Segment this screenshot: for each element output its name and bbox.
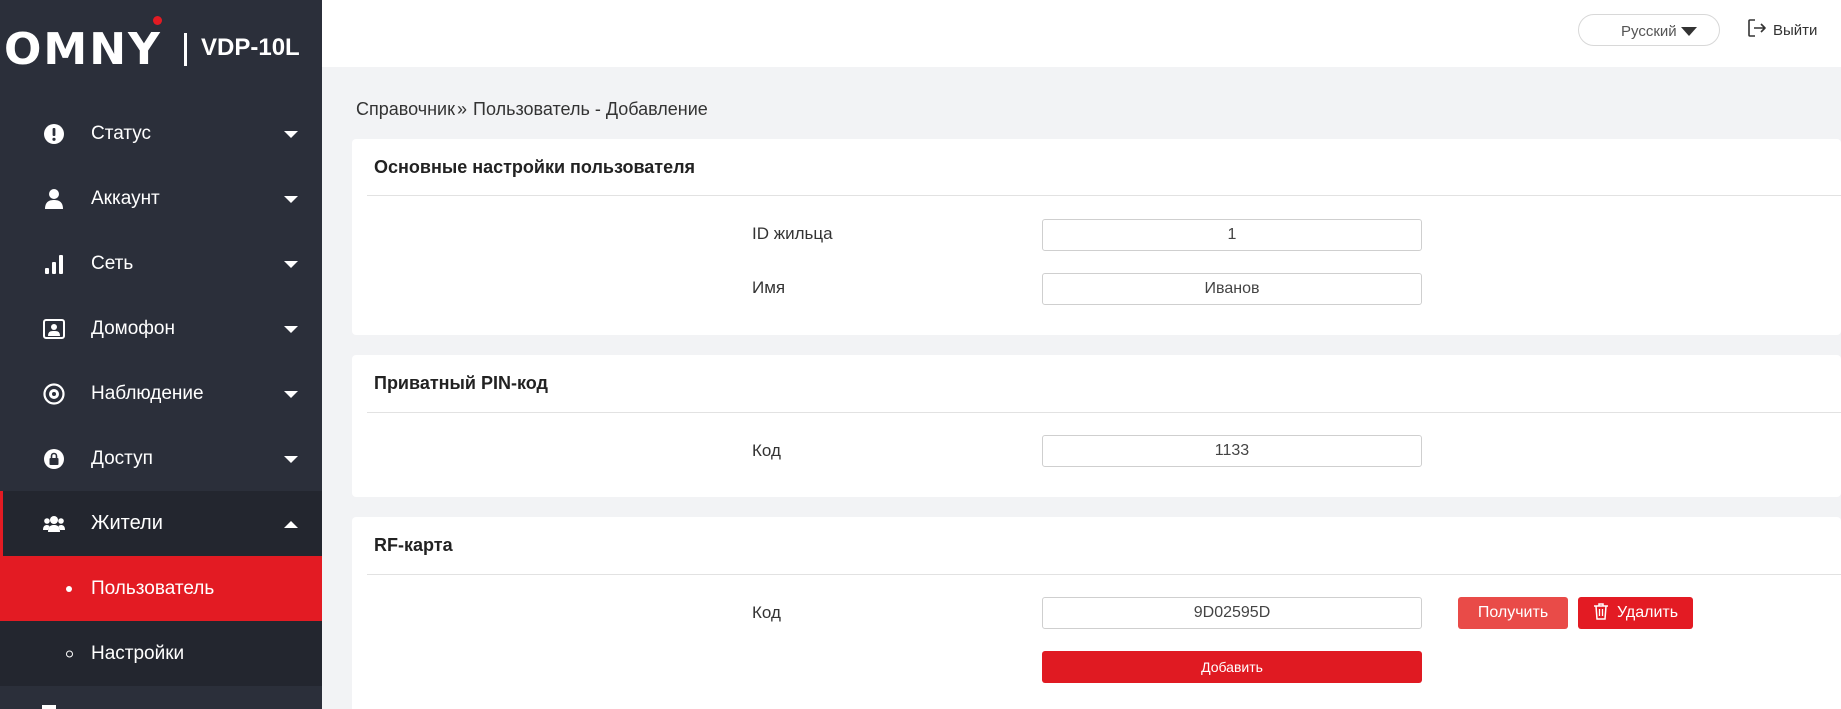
language-select[interactable]: Русский [1578, 14, 1720, 46]
basic-settings-card: Основные настройки пользователя ID жильц… [352, 139, 1841, 335]
chevron-down-icon [284, 390, 298, 398]
sidebar-item-label: Статус [91, 122, 152, 144]
resident-id-input[interactable] [1042, 219, 1422, 251]
chevron-up-icon [284, 520, 298, 528]
sidebar-item-status[interactable]: Статус [0, 101, 322, 166]
divider [367, 195, 1841, 196]
delete-button[interactable]: Удалить [1578, 597, 1693, 629]
sidebar-item-account[interactable]: Аккаунт [0, 166, 322, 231]
chevron-down-icon [284, 325, 298, 333]
logout-icon [1747, 18, 1767, 43]
rf-card-card: RF-карта Код Получить Удалить Добавить [352, 517, 1841, 709]
sidebar-subitem-settings[interactable]: Настройки [0, 621, 322, 686]
language-value: Русский [1621, 23, 1677, 40]
logout-button[interactable]: Выйти [1747, 18, 1817, 42]
sidebar: OMNY VDP-10L Статус Аккаунт Сеть Домофон… [0, 0, 322, 709]
resident-id-label: ID жильца [752, 224, 833, 243]
sidebar-item-label: Сеть [91, 252, 134, 274]
user-icon [42, 187, 66, 211]
next-menu-icon [42, 705, 56, 709]
delete-label: Удалить [1616, 604, 1679, 621]
trash-icon [1593, 602, 1609, 625]
signal-bars-icon [42, 252, 66, 276]
name-label: Имя [752, 278, 786, 297]
intercom-icon [42, 317, 66, 341]
chevron-down-icon [284, 130, 298, 138]
card-title: Основные настройки пользователя [374, 157, 696, 177]
residents-icon [42, 512, 66, 536]
get-button[interactable]: Получить [1458, 597, 1568, 629]
name-input[interactable] [1042, 273, 1422, 305]
sidebar-item-label: Доступ [91, 447, 153, 469]
lock-icon [42, 447, 66, 471]
breadcrumb: Справочник» Пользователь - Добавление [356, 99, 708, 120]
logo: OMNY VDP-10L [0, 16, 322, 76]
divider [367, 574, 1841, 575]
chevron-down-icon [1681, 27, 1697, 36]
sidebar-item-label: Наблюдение [91, 382, 204, 404]
pin-code-label: Код [752, 441, 781, 460]
pin-code-input[interactable] [1042, 435, 1422, 467]
chevron-down-icon [284, 260, 298, 268]
chevron-down-icon [284, 195, 298, 203]
rf-code-input[interactable] [1042, 597, 1422, 629]
chevron-down-icon [284, 455, 298, 463]
sidebar-item-intercom[interactable]: Домофон [0, 296, 322, 361]
breadcrumb-current: Пользователь - Добавление [473, 99, 708, 119]
bullet-icon [66, 585, 72, 592]
sidebar-subitem-label: Настройки [91, 642, 185, 664]
rf-code-label: Код [752, 603, 781, 622]
sidebar-item-label: Аккаунт [91, 187, 160, 209]
sidebar-item-label: Жители [91, 512, 163, 534]
breadcrumb-parent[interactable]: Справочник [356, 99, 455, 119]
device-model: VDP-10L [201, 34, 300, 61]
bullet-icon [66, 650, 73, 657]
sidebar-subitem-user[interactable]: Пользователь [0, 556, 322, 621]
sidebar-item-residents[interactable]: Жители [0, 491, 322, 556]
info-icon [42, 122, 66, 146]
breadcrumb-separator: » [457, 99, 468, 119]
top-header: Русский Выйти [322, 0, 1841, 67]
sidebar-item-label: Домофон [91, 317, 175, 339]
sidebar-subitem-label: Пользователь [91, 577, 215, 599]
sidebar-item-network[interactable]: Сеть [0, 231, 322, 296]
card-title: RF-карта [374, 535, 453, 555]
sidebar-item-access[interactable]: Доступ [0, 426, 322, 491]
logo-dot [153, 16, 162, 25]
eye-icon [42, 382, 66, 406]
logout-label: Выйти [1773, 21, 1818, 39]
brand-logo: OMNY [4, 24, 162, 75]
divider [367, 412, 1841, 413]
add-button[interactable]: Добавить [1042, 651, 1422, 683]
logo-separator [184, 33, 187, 66]
sidebar-item-surveillance[interactable]: Наблюдение [0, 361, 322, 426]
card-title: Приватный PIN-код [374, 373, 548, 393]
private-pin-card: Приватный PIN-код Код [352, 355, 1841, 497]
sidebar-nav: Статус Аккаунт Сеть Домофон Наблюдение Д… [0, 101, 322, 686]
